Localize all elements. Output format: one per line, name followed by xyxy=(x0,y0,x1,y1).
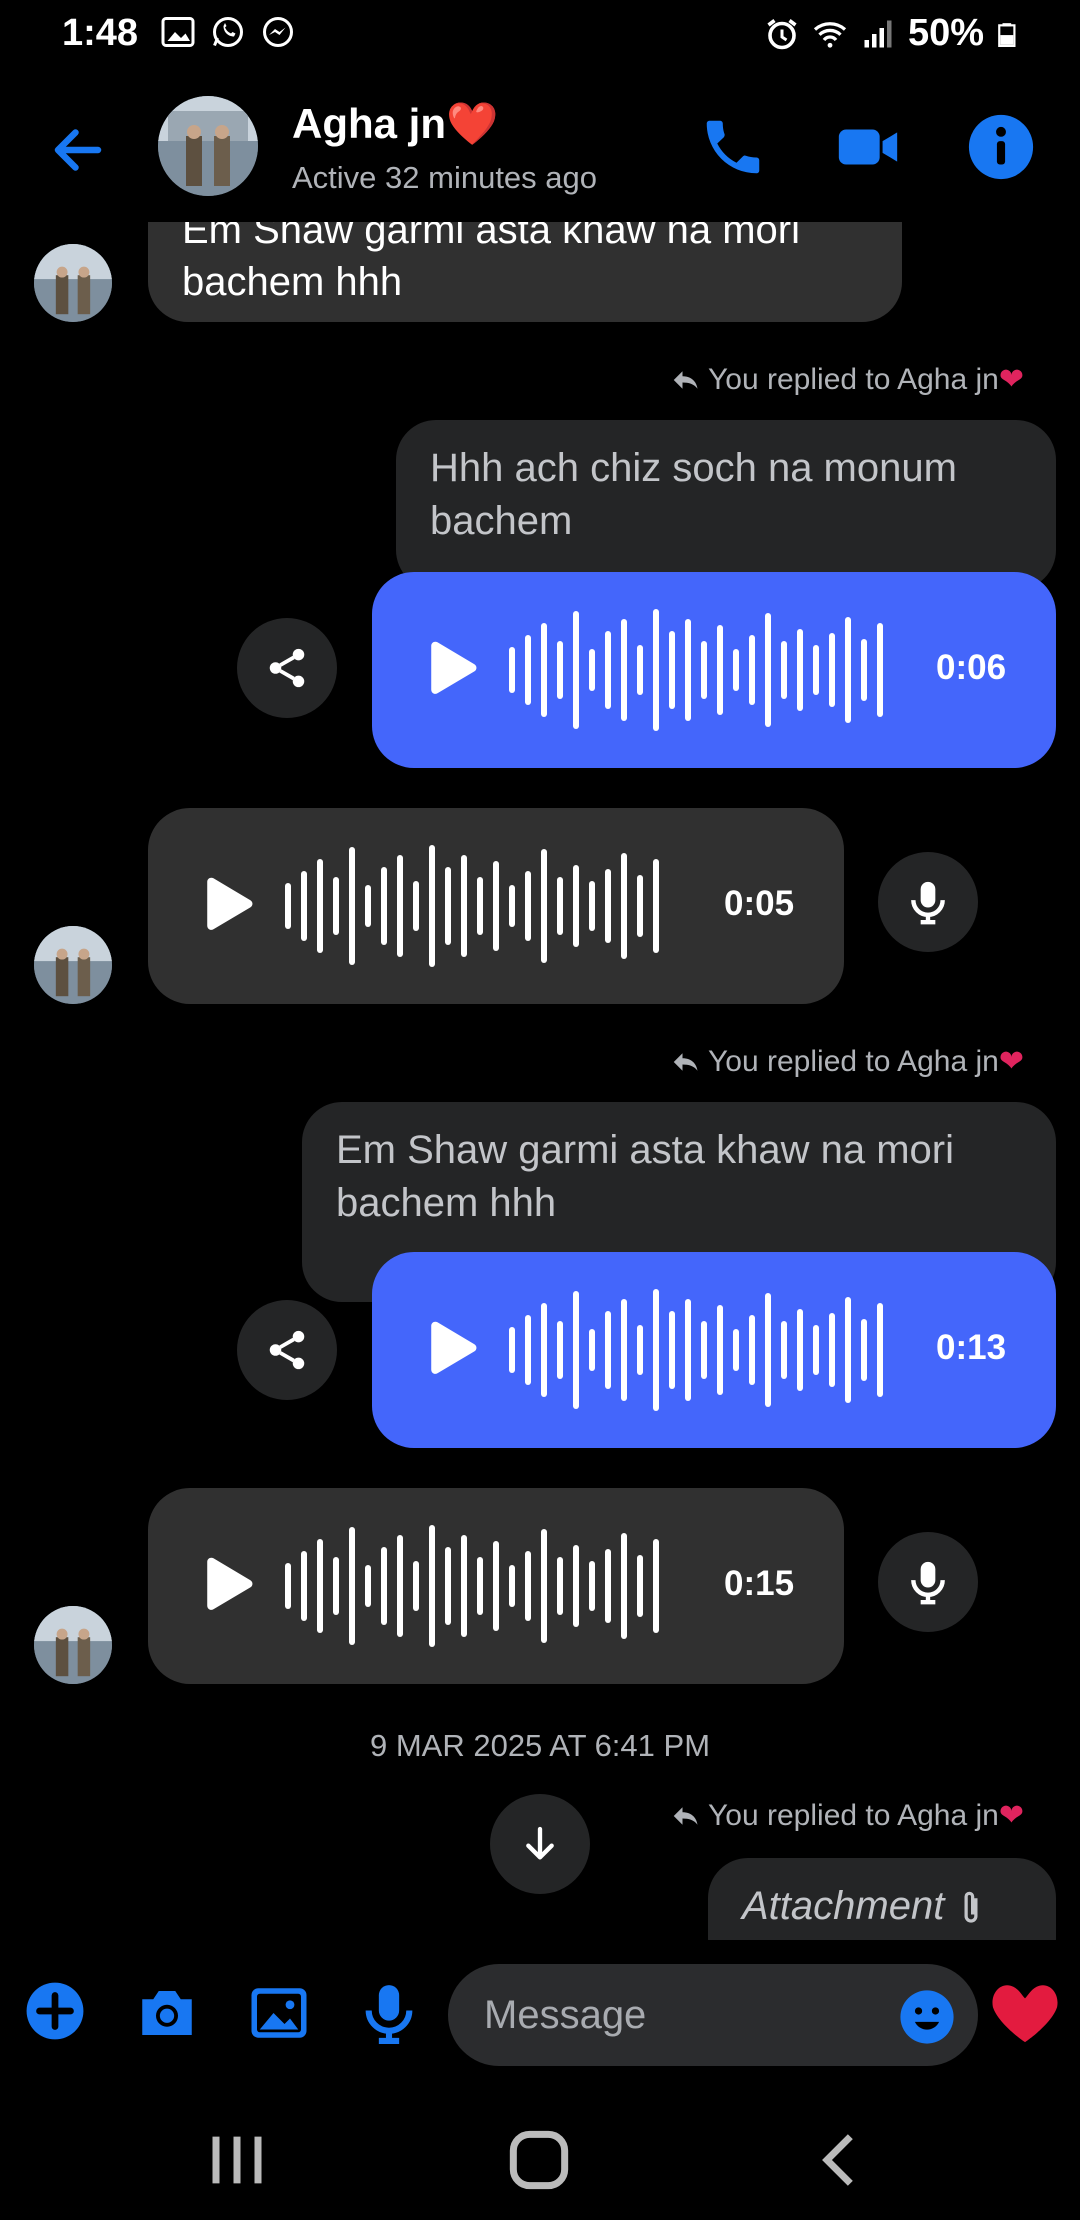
whatsapp-icon xyxy=(213,17,243,47)
scroll-to-bottom-button[interactable] xyxy=(490,1794,590,1894)
contact-name[interactable]: Agha jn❤️ xyxy=(292,100,498,149)
contact-avatar[interactable] xyxy=(158,96,258,196)
alarm-icon xyxy=(767,18,797,49)
home-icon[interactable] xyxy=(504,2130,574,2190)
reply-indicator: You replied to Agha jn ❤ xyxy=(670,1044,1024,1079)
info-icon[interactable] xyxy=(966,112,1036,182)
reply-indicator: You replied to Agha jn ❤ xyxy=(670,362,1024,397)
audio-waveform[interactable] xyxy=(508,608,888,732)
microphone-icon[interactable] xyxy=(356,1980,422,2046)
share-button[interactable] xyxy=(237,618,337,718)
incoming-voice-message[interactable]: 0:05 xyxy=(148,808,844,1004)
back-arrow-icon[interactable] xyxy=(48,120,108,180)
heart-icon[interactable] xyxy=(990,1980,1060,2046)
incoming-voice-message[interactable]: 0:15 xyxy=(148,1488,844,1684)
message-composer xyxy=(0,1960,1080,2070)
share-icon xyxy=(269,1330,305,1370)
voice-duration: 0:15 xyxy=(724,1564,795,1603)
gallery-notification-icon xyxy=(161,17,195,47)
battery-icon xyxy=(998,22,1016,47)
arrow-down-icon xyxy=(526,1826,554,1860)
system-navigation-bar xyxy=(0,2100,1080,2220)
audio-waveform[interactable] xyxy=(284,1524,664,1648)
voice-duration: 0:13 xyxy=(936,1328,1007,1367)
paperclip-icon xyxy=(964,1891,978,1923)
reply-arrow-icon xyxy=(673,1806,698,1825)
camera-icon[interactable] xyxy=(134,1980,200,2046)
wifi-icon xyxy=(813,21,847,48)
active-status: Active 32 minutes ago xyxy=(292,160,598,195)
date-separator: 9 MAR 2025 AT 6:41 PM xyxy=(369,1728,711,1763)
status-bar: 1:48 50% xyxy=(0,0,1080,70)
plus-icon[interactable] xyxy=(24,1980,86,2042)
messenger-icon xyxy=(263,17,293,47)
contact-avatar-small[interactable] xyxy=(34,926,112,1004)
status-time: 1:48 xyxy=(62,12,139,54)
signal-icon xyxy=(864,20,892,47)
outgoing-voice-message[interactable]: 0:06 xyxy=(372,572,1056,768)
play-icon[interactable] xyxy=(200,876,256,936)
microphone-icon xyxy=(911,1561,945,1605)
gallery-icon[interactable] xyxy=(246,1980,312,2046)
microphone-icon xyxy=(911,881,945,925)
share-button[interactable] xyxy=(237,1300,337,1400)
message-list[interactable]: Em Shaw garmi asta khaw na mori bachem h… xyxy=(0,222,1080,1940)
play-icon[interactable] xyxy=(424,640,480,700)
transcribe-button[interactable] xyxy=(878,1532,978,1632)
reply-arrow-icon xyxy=(673,1052,698,1071)
quoted-reply-bubble[interactable]: Hhh ach chiz soch na monum bachem xyxy=(396,420,1056,590)
phone-call-icon[interactable] xyxy=(698,112,768,182)
heart-emoji: ❤️ xyxy=(446,100,499,147)
heart-emoji: ❤ xyxy=(998,1799,1024,1832)
audio-waveform[interactable] xyxy=(284,844,664,968)
voice-duration: 0:06 xyxy=(936,648,1007,687)
incoming-text-bubble[interactable]: Em Shaw garmi asta khaw na mori bachem h… xyxy=(148,222,902,322)
voice-duration: 0:05 xyxy=(724,884,795,923)
play-icon[interactable] xyxy=(200,1556,256,1616)
contact-avatar-small[interactable] xyxy=(34,244,112,322)
recent-apps-icon[interactable] xyxy=(202,2130,272,2190)
conversation-header: Agha jn❤️ Active 32 minutes ago xyxy=(0,90,1080,210)
reply-arrow-icon xyxy=(673,370,698,389)
heart-emoji: ❤ xyxy=(998,363,1024,396)
audio-waveform[interactable] xyxy=(508,1288,888,1412)
back-nav-icon[interactable] xyxy=(806,2130,876,2190)
emoji-icon[interactable] xyxy=(898,1988,956,2046)
transcribe-button[interactable] xyxy=(878,852,978,952)
contact-avatar-small[interactable] xyxy=(34,1606,112,1684)
reply-indicator: You replied to Agha jn ❤ xyxy=(670,1798,1024,1833)
play-icon[interactable] xyxy=(424,1320,480,1380)
quoted-attachment-bubble[interactable]: Attachment xyxy=(708,1858,1056,1940)
share-icon xyxy=(269,648,305,688)
heart-emoji: ❤ xyxy=(998,1045,1024,1078)
video-call-icon[interactable] xyxy=(830,112,906,182)
battery-percent: 50% xyxy=(907,12,984,54)
outgoing-voice-message[interactable]: 0:13 xyxy=(372,1252,1056,1448)
